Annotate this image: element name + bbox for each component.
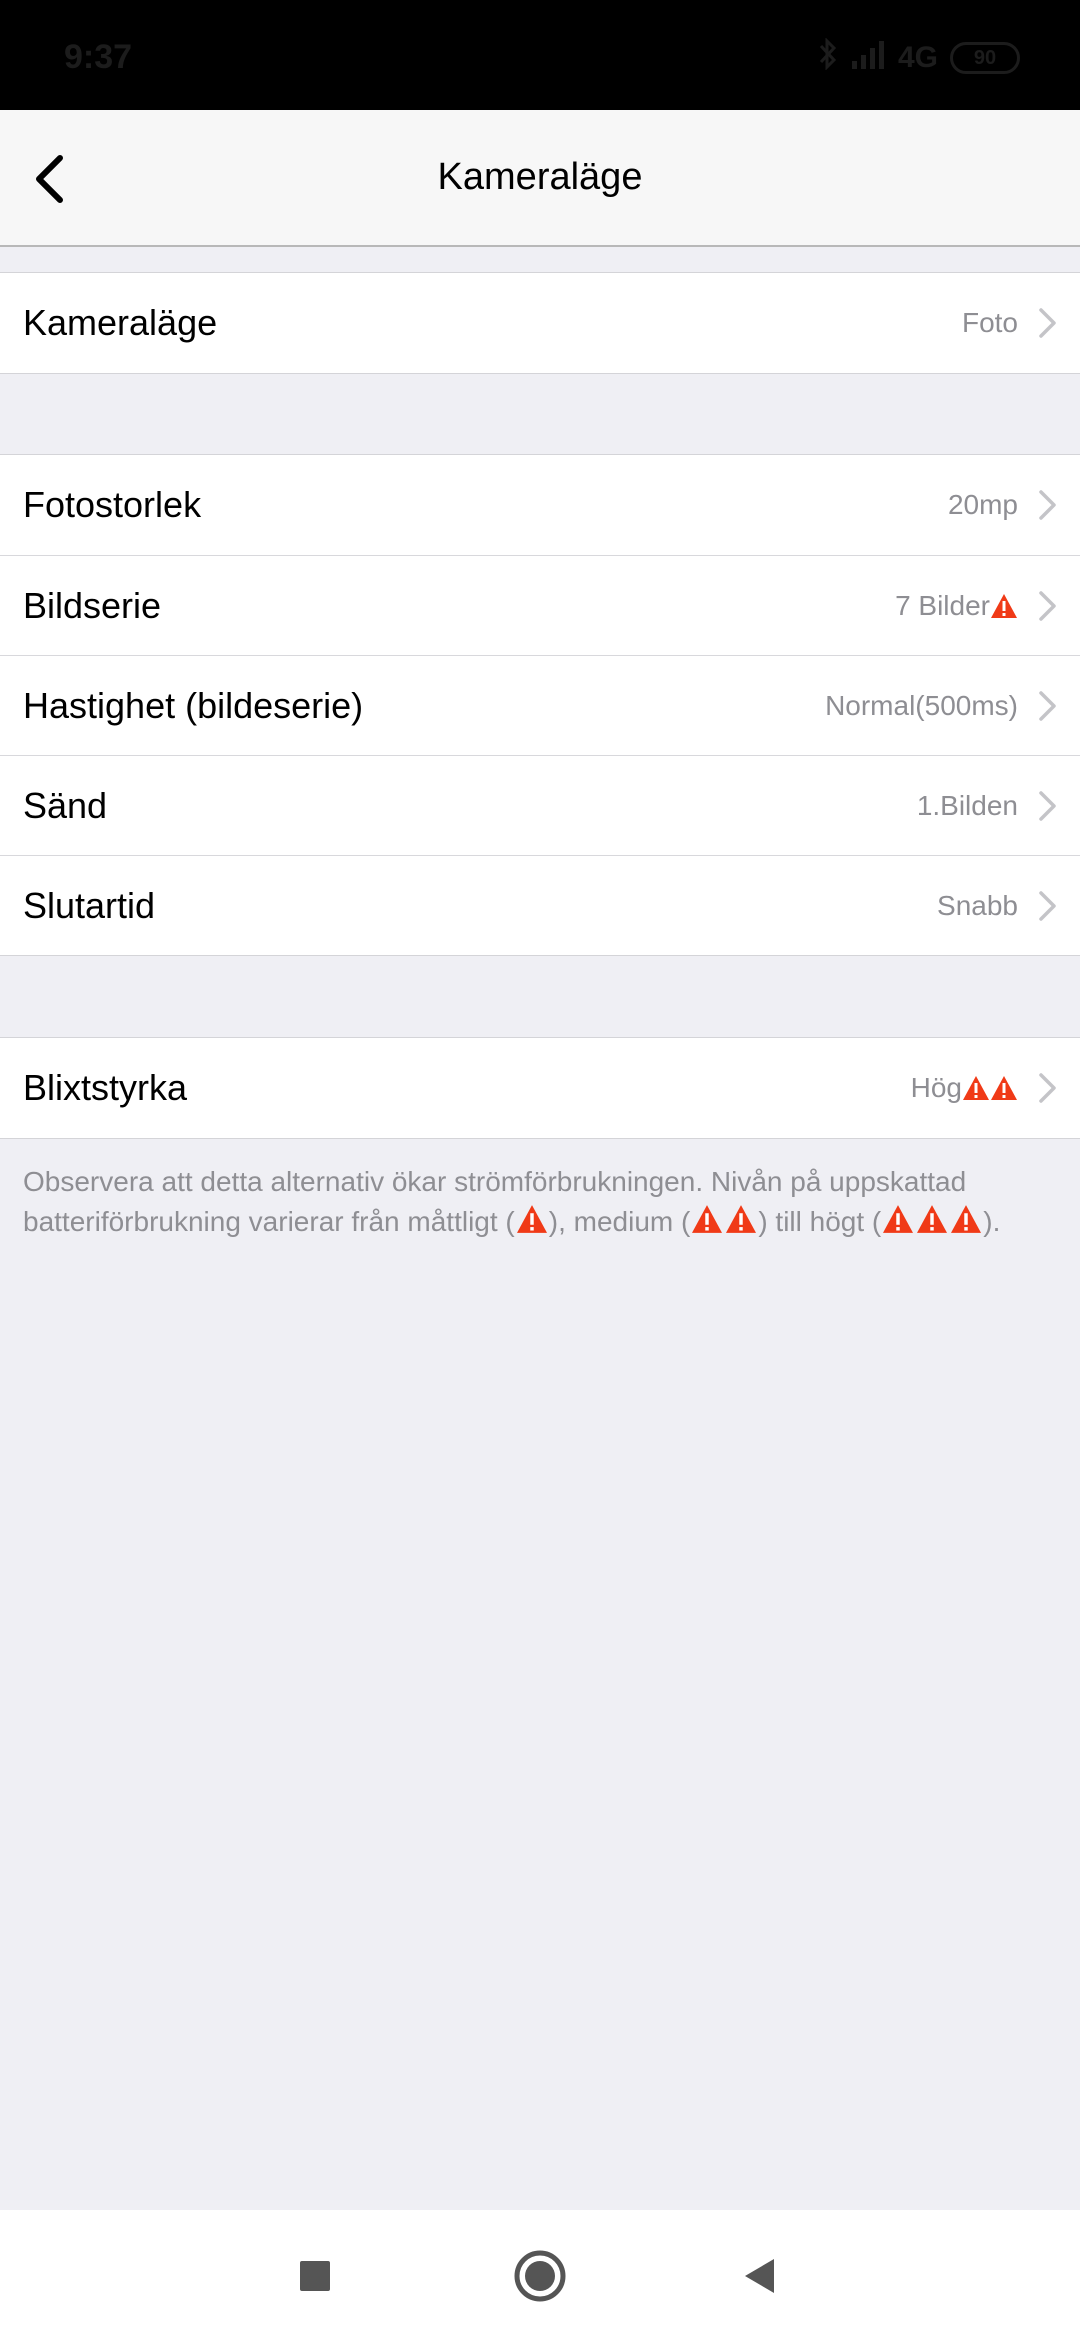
- row-shutter-time[interactable]: Slutartid Snabb: [0, 855, 1080, 955]
- warning-triangle-icon: [991, 1076, 1017, 1100]
- settings-group-flash: Blixtstyrka Hög: [0, 1037, 1080, 1139]
- row-value: 1.Bilden: [916, 789, 1018, 821]
- row-camera-mode[interactable]: Kameraläge Foto: [0, 273, 1080, 373]
- warning-triangle-icon: [991, 593, 1017, 618]
- row-flash-strength[interactable]: Blixtstyrka Hög: [0, 1038, 1080, 1138]
- warning-triangle-icon: [951, 1205, 982, 1233]
- row-photo-size[interactable]: Fotostorlek 20mp: [0, 455, 1080, 555]
- battery-icon: 90: [950, 42, 1020, 74]
- warning-triangle-icon: [726, 1205, 757, 1233]
- row-burst-speed[interactable]: Hastighet (bildeserie) Normal(500ms): [0, 655, 1080, 755]
- network-type: 4G: [897, 41, 938, 74]
- system-nav-bar: [0, 2210, 1080, 2340]
- page-title: Kameraläge: [437, 156, 643, 198]
- row-value: 20mp: [947, 489, 1018, 520]
- row-label: Kameraläge: [23, 302, 218, 343]
- nav-header: Kameraläge: [0, 110, 1080, 247]
- row-label: Sänd: [23, 784, 108, 826]
- row-label: Slutartid: [23, 884, 156, 926]
- settings-group-camera-mode: Kameraläge Foto: [0, 272, 1080, 374]
- chevron-right-icon: [1039, 308, 1056, 338]
- status-time: 9:37: [64, 38, 133, 76]
- circle-icon: [514, 2250, 566, 2302]
- warning-triangle-icon: [692, 1205, 723, 1233]
- row-value: Snabb: [937, 889, 1018, 921]
- row-label: Fotostorlek: [23, 484, 202, 525]
- status-bar: 9:37 4G 90: [0, 0, 1080, 110]
- chevron-right-icon: [1039, 690, 1056, 721]
- back-nav-button[interactable]: [730, 2246, 790, 2306]
- warning-triangle-icon: [917, 1205, 948, 1233]
- chevron-right-icon: [1039, 790, 1056, 821]
- row-label: Hastighet (bildeserie): [23, 684, 364, 726]
- row-value: Normal(500ms): [825, 689, 1018, 721]
- row-value: Foto: [961, 307, 1018, 338]
- warning-triangle-icon: [516, 1205, 547, 1233]
- chevron-right-icon: [1039, 590, 1056, 621]
- row-send[interactable]: Sänd 1.Bilden: [0, 755, 1080, 855]
- row-label: Bildserie: [23, 584, 162, 626]
- warning-triangle-icon: [963, 1076, 989, 1100]
- signal-icon: [850, 39, 886, 77]
- warning-triangle-icon: [883, 1205, 914, 1233]
- recent-apps-button[interactable]: [285, 2246, 345, 2306]
- home-button[interactable]: [510, 2246, 570, 2306]
- power-consumption-note: Observera att detta alternativ ökar strö…: [23, 1166, 1001, 1237]
- chevron-right-icon: [1039, 490, 1056, 520]
- triangle-back-icon: [745, 2259, 774, 2293]
- bluetooth-icon: [818, 37, 838, 78]
- row-value: Hög: [911, 1072, 1018, 1104]
- row-value: 7 Bilder: [895, 590, 1018, 622]
- chevron-right-icon: [1039, 890, 1056, 921]
- settings-group-photo: Fotostorlek 20mp Bildserie 7 Bilder Hast…: [0, 454, 1080, 956]
- row-label: Blixtstyrka: [23, 1067, 188, 1108]
- status-icons: 4G 90: [818, 37, 1020, 78]
- chevron-right-icon: [1039, 1073, 1056, 1103]
- square-icon: [300, 2261, 330, 2291]
- battery-level: 90: [973, 46, 997, 69]
- row-burst[interactable]: Bildserie 7 Bilder: [0, 555, 1080, 655]
